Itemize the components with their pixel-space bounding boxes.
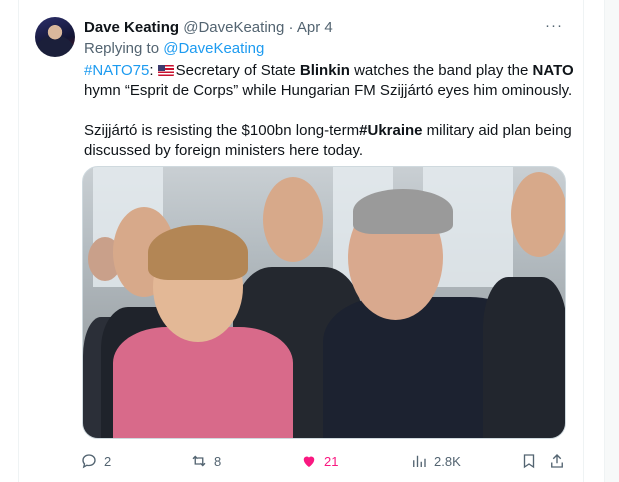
author-avatar[interactable]	[35, 17, 75, 57]
text-segment: Secretary of State	[175, 62, 300, 79]
tweet-photo[interactable]	[82, 166, 566, 439]
tweet-paragraph-2: Szijjártó is resisting the $100bn long-t…	[84, 121, 574, 161]
photo-figure	[113, 327, 293, 438]
repost-button[interactable]: 8	[190, 452, 221, 470]
us-flag-icon	[157, 65, 174, 76]
tweet-actions: 2 8 21 2.8K	[80, 452, 570, 472]
tweet-header: Dave Keating @DaveKeating · Apr 4	[84, 18, 333, 38]
tweet-text: #NATO75: Secretary of State Blinkin watc…	[84, 61, 574, 161]
author-handle[interactable]: @DaveKeating	[183, 19, 284, 36]
bookmark-button[interactable]	[520, 452, 538, 470]
replying-prefix: Replying to	[84, 40, 164, 57]
share-icon	[551, 454, 563, 468]
scroll-gutter	[604, 0, 619, 482]
photo-figure	[511, 172, 565, 257]
separator-dot: ·	[288, 19, 294, 36]
views-icon	[413, 455, 426, 467]
reply-icon	[82, 454, 96, 469]
colon: :	[149, 62, 154, 79]
replying-handle-link[interactable]: @DaveKeating	[163, 40, 264, 57]
text-segment: Szijjártó is resisting the $100bn long-t…	[84, 122, 360, 139]
bookmark-icon	[523, 454, 535, 469]
timeline-border-right	[583, 0, 584, 482]
share-button[interactable]	[548, 452, 566, 470]
heart-icon	[303, 456, 315, 467]
timeline-border-left	[18, 0, 19, 482]
repost-count: 8	[214, 453, 222, 469]
reply-button[interactable]: 2	[80, 452, 111, 470]
bold-nato: NATO	[532, 62, 574, 79]
hashtag-nato75[interactable]: #NATO75	[84, 62, 149, 79]
reply-count: 2	[104, 453, 112, 469]
bold-blinkin: Blinkin	[299, 62, 350, 79]
photo-figure	[483, 277, 565, 438]
more-icon[interactable]: ···	[545, 17, 563, 34]
tweet-date[interactable]: Apr 4	[297, 19, 333, 36]
photo-figure	[148, 225, 248, 280]
text-segment: hymn “Esprit de Corps” while Hungarian F…	[84, 82, 573, 99]
bold-ukraine: #Ukraine	[359, 122, 423, 139]
photo-figure	[353, 189, 453, 234]
replying-to: Replying to @DaveKeating	[84, 39, 264, 59]
views-count: 2.8K	[434, 453, 461, 469]
tweet-paragraph-1: #NATO75: Secretary of State Blinkin watc…	[84, 61, 574, 101]
photo-figure	[263, 177, 323, 262]
text-segment: watches the band play the	[349, 62, 533, 79]
views-button[interactable]: 2.8K	[410, 452, 461, 470]
like-count: 21	[324, 453, 339, 469]
repost-icon	[192, 455, 206, 467]
author-name[interactable]: Dave Keating	[84, 19, 179, 36]
like-button[interactable]: 21	[300, 452, 338, 470]
